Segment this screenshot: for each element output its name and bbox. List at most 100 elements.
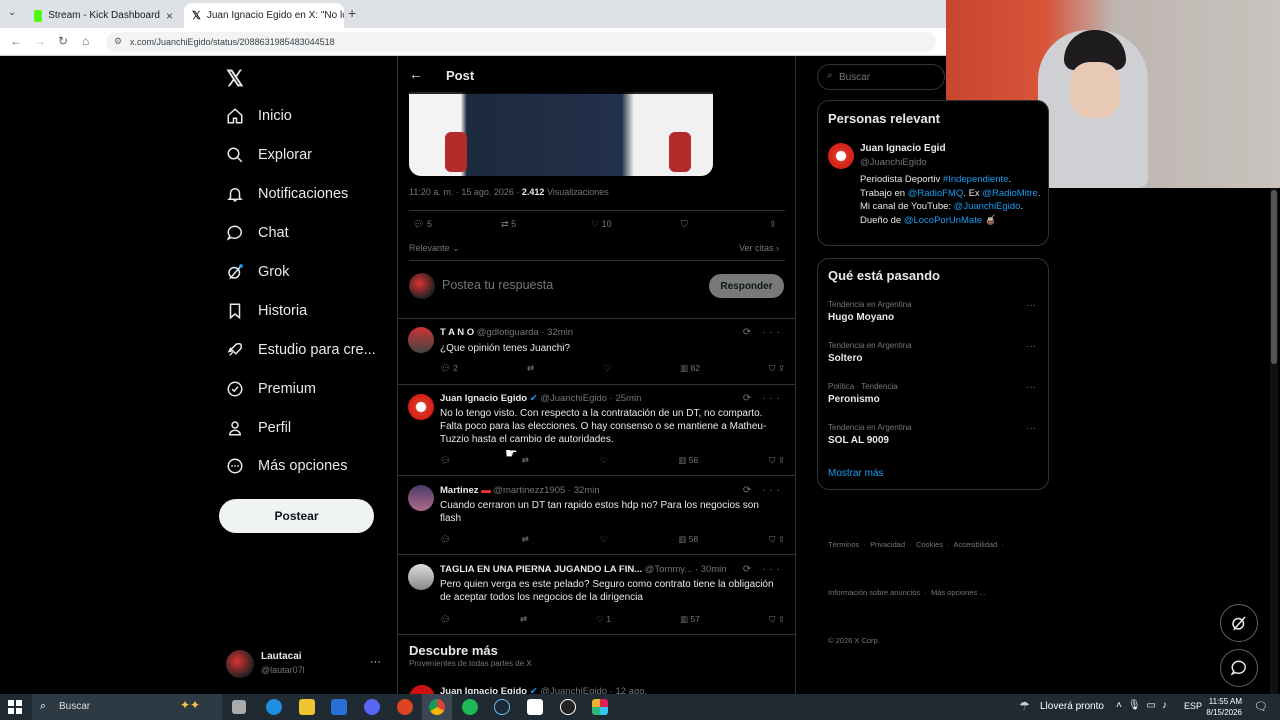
sidebar-item-grok[interactable]: Grok [226,263,289,281]
forward-icon[interactable]: → [34,34,46,48]
bookmark-icon[interactable]: ⛉ ⇪ [769,534,785,545]
weather-icon[interactable]: ☂ [1019,699,1030,713]
reply-submit-button[interactable]: Responder [709,274,784,298]
person-name[interactable]: Juan Ignacio Egid [860,143,946,154]
system-tray-icons[interactable]: ˄🎙▭♪ [1116,700,1173,711]
more-dots-icon[interactable]: ··· [1026,423,1036,434]
trend-item[interactable]: Tendencia en Argentina Hugo Moyano [828,300,912,323]
post-button[interactable]: Postear [219,499,374,533]
bookmark-icon[interactable]: ⛉ ⇪ [769,455,785,466]
quotes-link[interactable]: Ver citas › [739,243,779,253]
reply-item[interactable]: Martinez ▬ @martinezz1905 · 32min ⟳ ··· … [398,476,795,555]
trend-item[interactable]: Tendencia en Argentina SOL AL 9009 [828,423,912,446]
reply-item[interactable]: TAGLIA EN UNA PIERNA JUGANDO LA FIN... @… [398,555,795,635]
language-indicator[interactable]: ESP [1184,701,1202,711]
new-tab-button[interactable]: + [348,5,356,21]
reply-item[interactable]: Juan Ignacio Egido ✔ @JuanchiEgido · 25m… [398,385,795,476]
x-logo-icon[interactable]: 𝕏 [226,66,244,92]
obs-icon[interactable] [397,699,413,715]
heart-icon[interactable]: ♡ [600,455,608,466]
tiktok-icon[interactable] [527,699,543,715]
repost-icon[interactable]: ⇄ [522,534,529,545]
bio-mention[interactable]: @RadioFMQ [908,188,964,199]
reload-icon[interactable]: ↻ [58,34,68,48]
grok-floating-button[interactable] [1220,604,1258,642]
weather-text[interactable]: Lloverá pronto [1040,701,1104,712]
clock[interactable]: 11:55 AM 8/15/2026 [1204,696,1242,718]
heart-icon[interactable]: ♡ [603,363,611,374]
like-action[interactable]: ♡ 10 [591,219,612,230]
sidebar-item-notifications[interactable]: Notificaciones [226,185,348,203]
sidebar-item-chat[interactable]: Chat [226,224,289,242]
repost-icon[interactable]: ⇄ [527,363,534,374]
reply-action[interactable]: 💬︎ 5 [413,219,432,230]
views-action[interactable]: ▥ 57 [680,614,700,625]
bookmark-icon[interactable]: ⛉ ⇪ [769,614,785,625]
more-dots-icon[interactable]: ··· [1026,341,1036,352]
url-input[interactable]: ⚙ x.com/JuanchiEgido/status/208863198548… [106,32,936,52]
reply-icon[interactable]: 💬︎ [440,455,451,466]
bookmark-action-icon[interactable]: ⛉ [681,219,688,230]
sidebar-item-premium[interactable]: Premium [226,380,316,398]
reply-item[interactable]: T A N O @gdlotiguarda · 32min ⟳ ··· ¿Que… [398,318,795,385]
bio-mention[interactable]: @LocoPorUnMate [904,215,982,226]
trend-item[interactable]: Política · Tendencia Peronismo [828,382,898,405]
taskbar-search[interactable]: ⌕ Buscar ✦✦ [32,694,222,720]
reply-icon[interactable]: 💬︎ [440,614,451,625]
slack-icon[interactable] [592,699,608,715]
file-explorer-icon[interactable] [299,699,315,715]
post-media-image[interactable] [409,92,713,176]
views-action[interactable]: ▥ 58 [678,534,698,545]
reply-input[interactable]: Postea tu respuesta [442,278,553,292]
bio-mention[interactable]: @JuanchiEgido [954,201,1021,212]
account-switcher[interactable]: Lautacai @lautar07l ··· [226,650,386,678]
store-icon[interactable] [331,699,347,715]
share-icon[interactable]: ⇪ [769,219,777,230]
spotify-icon[interactable] [462,699,478,715]
edge-icon[interactable] [266,699,282,715]
notification-icon[interactable]: 🗨︎ [1254,700,1268,713]
home-browser-icon[interactable]: ⌂ [82,34,89,48]
close-icon[interactable]: × [166,9,173,23]
repost-action[interactable]: ⇄ 5 [501,219,516,230]
back-icon[interactable]: ← [10,34,22,48]
steam-icon[interactable] [494,699,510,715]
browser-tab-x[interactable]: 𝕏 Juan Ignacio Egido en X: "No lo t... × [184,3,344,28]
reply-icon[interactable]: 💬︎ [440,534,451,545]
sort-dropdown[interactable]: Relevante ⌄ [409,243,460,254]
sidebar-item-bookmarks[interactable]: Historia [226,302,307,320]
repost-icon[interactable]: ⇄ [520,614,527,625]
views-action[interactable]: ▥ 56 [678,455,698,466]
sidebar-item-home[interactable]: Inicio [226,107,292,125]
chrome-taskbar-button[interactable] [422,694,452,720]
scrollbar-thumb[interactable] [1271,190,1277,364]
more-dots-icon[interactable]: ··· [1026,300,1036,311]
reply-more-icon[interactable]: ⟳ ··· [743,393,784,404]
reply-more-icon[interactable]: ⟳ ··· [743,564,784,575]
show-more-link[interactable]: Mostrar más [828,468,884,479]
like-action[interactable]: ♡ 1 [596,614,611,625]
windows-start-icon[interactable] [8,700,22,714]
avatar[interactable] [828,143,854,169]
footer-line[interactable]: Información sobre anuncios · Más opcione… [828,585,1004,601]
sidebar-item-creator-studio[interactable]: Estudio para cre... [226,341,376,359]
reply-more-icon[interactable]: ⟳ ··· [743,327,784,338]
bio-hashtag[interactable]: #Independiente [943,174,1009,185]
repost-icon[interactable]: ⇄ [522,455,529,466]
bio-mention[interactable]: @RadioMitre [982,188,1038,199]
reply-action[interactable]: 💬︎ 2 [440,363,458,374]
footer-line[interactable]: Términos · Privacidad · Cookies · Accesi… [828,537,1004,553]
discord-icon[interactable] [364,699,380,715]
views-action[interactable]: ▥ 82 [680,363,700,374]
task-view-icon[interactable] [232,700,246,714]
tab-search-chevron-icon[interactable]: ⌄ [8,7,16,18]
sidebar-item-more[interactable]: Más opciones [226,457,347,475]
more-dots-icon[interactable]: ··· [1026,382,1036,393]
site-info-icon[interactable]: ⚙ [114,36,122,47]
sidebar-item-explore[interactable]: Explorar [226,146,312,164]
app-icon[interactable] [560,699,576,715]
reply-more-icon[interactable]: ⟳ ··· [743,485,784,496]
browser-tab-kick[interactable]: Stream - Kick Dashboard × [26,3,181,28]
sidebar-item-profile[interactable]: Perfil [226,419,291,437]
search-input[interactable]: ⌕ Buscar [817,64,945,90]
